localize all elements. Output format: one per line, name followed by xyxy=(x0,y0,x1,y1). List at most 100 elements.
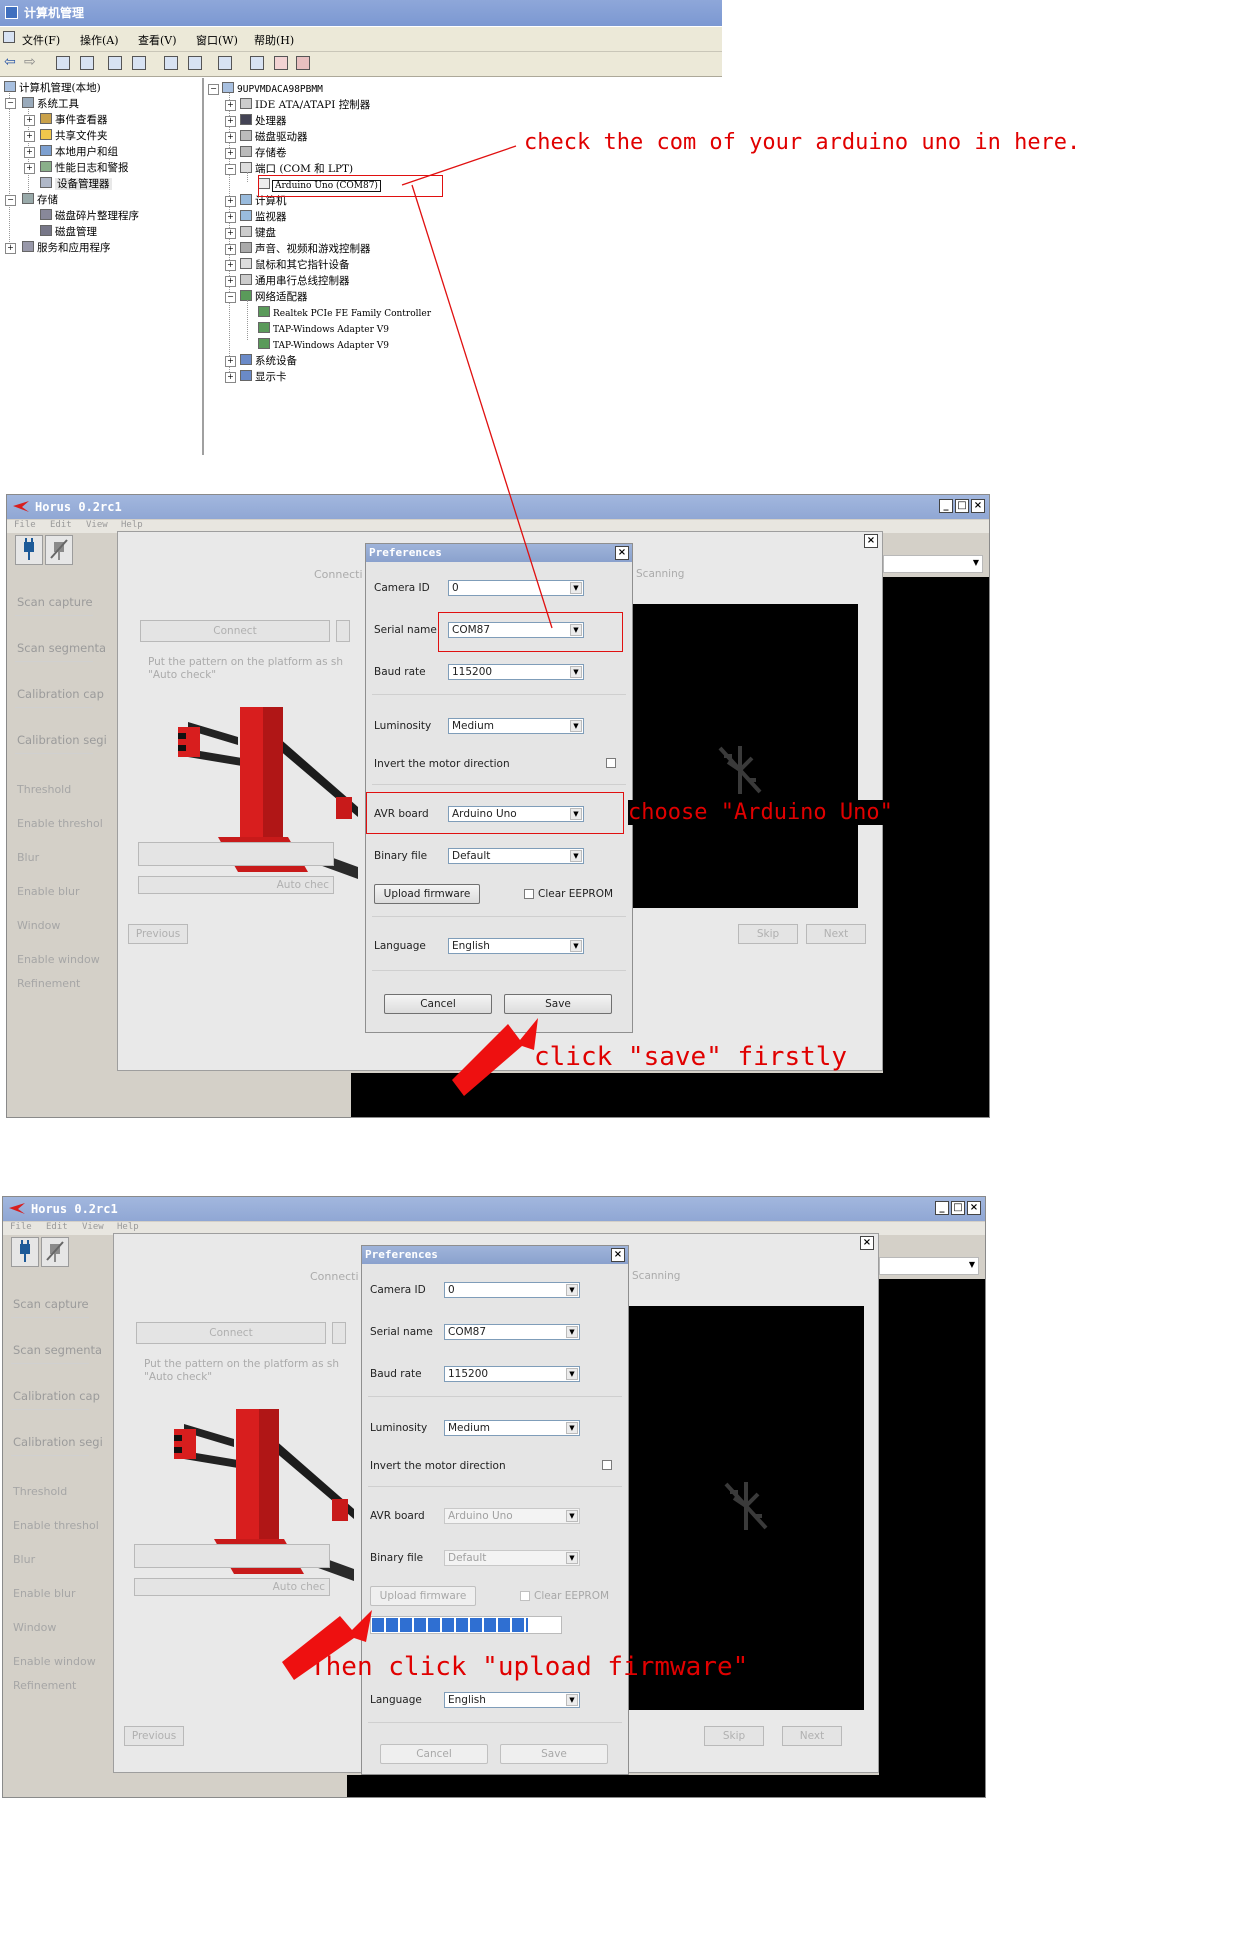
menu-edit[interactable]: Edit xyxy=(46,1222,68,1232)
tree-node-performance-logs[interactable]: 性能日志和警报 xyxy=(40,160,129,176)
side-refinement[interactable]: Refinement xyxy=(17,977,80,990)
side-blur[interactable]: Blur xyxy=(17,851,39,864)
device-net-tap-1[interactable]: TAP-Windows Adapter V9 xyxy=(258,321,389,337)
device-processor[interactable]: 处理器 xyxy=(240,113,287,129)
save-button[interactable]: Save xyxy=(500,1744,608,1764)
invert-motor-checkbox[interactable] xyxy=(606,758,616,768)
tree-node-system-tools[interactable]: 系统工具 xyxy=(22,96,79,112)
side-calibration-capture[interactable]: Calibration cap xyxy=(13,1389,100,1403)
next-button[interactable]: Next xyxy=(782,1726,842,1746)
side-window[interactable]: Window xyxy=(17,919,60,932)
help-icon[interactable] xyxy=(164,56,178,70)
expand-icon[interactable]: + xyxy=(225,132,236,143)
device-network[interactable]: 网络适配器 xyxy=(240,289,308,305)
menu-view[interactable]: View xyxy=(86,520,108,530)
update-driver-icon[interactable] xyxy=(250,56,264,70)
menu-file[interactable]: File xyxy=(14,520,36,530)
upload-firmware-button[interactable]: Upload firmware xyxy=(370,1586,476,1606)
expand-icon[interactable]: + xyxy=(24,131,35,142)
menu-help[interactable]: Help xyxy=(121,520,143,530)
expand-icon[interactable]: + xyxy=(225,100,236,111)
expand-icon[interactable]: + xyxy=(225,356,236,367)
luminosity-select[interactable]: Medium ▼ xyxy=(444,1420,580,1436)
expand-icon[interactable]: + xyxy=(225,196,236,207)
collapse-icon[interactable]: − xyxy=(5,195,16,206)
device-net-tap-2[interactable]: TAP-Windows Adapter V9 xyxy=(258,337,389,353)
maximize-button[interactable]: □ xyxy=(955,499,969,513)
close-button[interactable]: × xyxy=(971,499,985,513)
side-scan-segmentation[interactable]: Scan segmenta xyxy=(17,641,106,655)
side-threshold[interactable]: Threshold xyxy=(17,783,71,796)
expand-icon[interactable]: + xyxy=(225,260,236,271)
expand-icon[interactable]: + xyxy=(5,243,16,254)
tree-node-device-manager[interactable]: 设备管理器 xyxy=(40,176,112,192)
main-combo[interactable]: ▼ xyxy=(883,555,983,573)
wizard-close-button[interactable]: × xyxy=(864,534,878,548)
back-arrow-icon[interactable]: ⇦ xyxy=(4,54,16,70)
clear-eeprom-checkbox[interactable] xyxy=(524,889,534,899)
side-scan-capture[interactable]: Scan capture xyxy=(17,595,93,609)
auto-check-field[interactable] xyxy=(138,842,334,866)
save-button[interactable]: Save xyxy=(504,994,612,1014)
menu-file[interactable]: 文件(F) xyxy=(22,32,60,48)
device-usb[interactable]: 通用串行总线控制器 xyxy=(240,273,350,289)
menu-edit[interactable]: Edit xyxy=(50,520,72,530)
device-system[interactable]: 系统设备 xyxy=(240,353,297,369)
baud-rate-select[interactable]: 115200 ▼ xyxy=(448,664,584,680)
serial-name-select[interactable]: COM87 ▼ xyxy=(444,1324,580,1340)
menu-view[interactable]: 查看(V) xyxy=(138,32,177,48)
expand-icon[interactable]: + xyxy=(225,212,236,223)
tree-node-services-apps[interactable]: 服务和应用程序 xyxy=(22,240,111,256)
side-scan-capture[interactable]: Scan capture xyxy=(13,1297,89,1311)
expand-icon[interactable]: + xyxy=(24,163,35,174)
device-root[interactable]: 9UPVMDACA98PBMM xyxy=(222,81,323,97)
skip-button[interactable]: Skip xyxy=(738,924,798,944)
upload-firmware-button[interactable]: Upload firmware xyxy=(374,884,480,904)
side-scan-segmentation[interactable]: Scan segmenta xyxy=(13,1343,102,1357)
expand-icon[interactable]: + xyxy=(225,372,236,383)
auto-check-button[interactable]: Auto chec xyxy=(134,1578,330,1596)
side-calibration-segmentation[interactable]: Calibration segi xyxy=(17,733,107,747)
forward-arrow-icon[interactable]: ⇨ xyxy=(24,54,36,70)
window-menu-icon[interactable] xyxy=(3,31,15,43)
expand-icon[interactable]: + xyxy=(225,244,236,255)
device-sound[interactable]: 声音、视频和游戏控制器 xyxy=(240,241,371,257)
connect-button[interactable]: Connect xyxy=(140,620,330,642)
tree-node-event-viewer[interactable]: 事件查看器 xyxy=(40,112,108,128)
device-mouse[interactable]: 鼠标和其它指针设备 xyxy=(240,257,350,273)
disconnect-plug-icon[interactable] xyxy=(41,1237,69,1267)
side-calibration-capture[interactable]: Calibration cap xyxy=(17,687,104,701)
menu-view[interactable]: View xyxy=(82,1222,104,1232)
language-select[interactable]: English ▼ xyxy=(444,1692,580,1708)
camera-id-select[interactable]: 0 ▼ xyxy=(448,580,584,596)
expand-icon[interactable]: + xyxy=(225,276,236,287)
menu-action[interactable]: 操作(A) xyxy=(80,32,119,48)
side-enable-blur[interactable]: Enable blur xyxy=(17,885,80,898)
device-storage-volumes[interactable]: 存储卷 xyxy=(240,145,287,161)
cancel-button[interactable]: Cancel xyxy=(384,994,492,1014)
expand-icon[interactable]: + xyxy=(225,116,236,127)
avr-board-select[interactable]: Arduino Uno ▼ xyxy=(444,1508,580,1524)
properties-icon[interactable] xyxy=(108,56,122,70)
skip-button[interactable]: Skip xyxy=(704,1726,764,1746)
side-calibration-segmentation[interactable]: Calibration segi xyxy=(13,1435,103,1449)
collapse-icon[interactable]: − xyxy=(5,98,16,109)
up-folder-icon[interactable] xyxy=(56,56,70,70)
wizard-close-button[interactable]: × xyxy=(860,1236,874,1250)
connect-button[interactable]: Connect xyxy=(136,1322,326,1344)
uninstall-icon[interactable] xyxy=(274,56,288,70)
baud-rate-select[interactable]: 115200 ▼ xyxy=(444,1366,580,1382)
device-ide[interactable]: IDE ATA/ATAPI 控制器 xyxy=(240,97,370,113)
connect-plug-icon[interactable] xyxy=(11,1237,39,1267)
preferences-close-button[interactable]: × xyxy=(611,1248,625,1262)
scan-hardware-icon[interactable] xyxy=(218,56,232,70)
menu-file[interactable]: File xyxy=(10,1222,32,1232)
collapse-icon[interactable]: − xyxy=(225,292,236,303)
cancel-button[interactable]: Cancel xyxy=(380,1744,488,1764)
camera-id-select[interactable]: 0 ▼ xyxy=(444,1282,580,1298)
side-threshold[interactable]: Threshold xyxy=(13,1485,67,1498)
tree-node-computer-management[interactable]: 计算机管理(本地) xyxy=(4,80,101,96)
side-enable-window[interactable]: Enable window xyxy=(13,1655,96,1668)
side-enable-threshold[interactable]: Enable threshol xyxy=(17,817,103,830)
previous-button[interactable]: Previous xyxy=(128,924,188,944)
